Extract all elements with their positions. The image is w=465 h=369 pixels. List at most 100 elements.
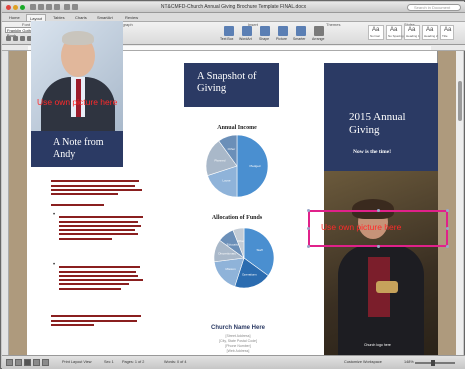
snapshot-title-text: A Snapshot of Giving	[197, 71, 257, 94]
customize-workspace-button[interactable]: Customize Workspace	[342, 359, 384, 366]
church-logo-placeholder[interactable]: Church logo here	[364, 343, 391, 347]
status-bar: Print Layout View Sec 1 Pages: 1 of 2 Wo…	[2, 355, 465, 369]
style-sample: Aa	[408, 27, 416, 33]
text-box-icon[interactable]	[224, 26, 234, 36]
tab-charts[interactable]: Charts	[72, 14, 90, 21]
note-paragraph-2[interactable]	[51, 202, 147, 209]
church-address-line: [Phone Number]	[225, 344, 251, 348]
note-bullet-2[interactable]	[59, 264, 147, 292]
note-title[interactable]: A Note from Andy	[53, 137, 125, 161]
outline-view-icon[interactable]	[15, 359, 22, 366]
annual-income-chart[interactable]: Pledged Loose Planned Other	[205, 134, 269, 198]
note-bullet-1[interactable]	[59, 214, 147, 242]
arrange-icon[interactable]	[314, 26, 324, 36]
underline-icon[interactable]	[20, 36, 25, 41]
page-count-status: Pages: 1 of 2	[122, 360, 145, 364]
style-name: Heading 2	[424, 34, 438, 38]
style-sample: Aa	[426, 27, 434, 33]
tab-smartart[interactable]: SmartArt	[94, 14, 116, 21]
bold-icon[interactable]	[6, 36, 11, 41]
notebook-view-icon[interactable]	[33, 359, 40, 366]
zoom-slider[interactable]	[415, 362, 455, 364]
wordart-icon[interactable]	[242, 26, 252, 36]
cover-title[interactable]: 2015 Annual Giving	[349, 111, 429, 137]
print-layout-icon[interactable]	[24, 359, 31, 366]
publishing-view-icon[interactable]	[42, 359, 49, 366]
draft-view-icon[interactable]	[6, 359, 13, 366]
search-input[interactable]: Search in Document	[407, 4, 461, 11]
wordart-label: WordArt	[239, 37, 252, 41]
tab-tables[interactable]: Tables	[50, 14, 68, 21]
church-address-line: [City, State Postal Code]	[219, 339, 257, 343]
pie-slice-label: Operations	[242, 273, 257, 277]
annual-income-chart-title: Annual Income	[217, 125, 257, 131]
style-no-spacing[interactable]: Aa No Spacing	[386, 25, 404, 40]
smartart-icon[interactable]	[296, 26, 306, 36]
arrange-label: Arrange	[312, 37, 325, 41]
right-margin-area	[438, 51, 456, 355]
pastor-photo[interactable]	[31, 21, 123, 131]
pie-slice-label: Mission	[226, 267, 237, 271]
group-themes-label: Themes	[326, 22, 341, 27]
church-address-line: [Street Address]	[225, 334, 251, 338]
resize-handle[interactable]	[307, 227, 310, 230]
tab-layout[interactable]: Layout	[26, 14, 47, 21]
style-heading-1[interactable]: Aa Heading 1	[404, 25, 420, 40]
allocation-chart-title: Allocation of Funds	[211, 215, 263, 221]
resize-handle[interactable]	[377, 209, 380, 212]
picture-icon[interactable]	[278, 26, 288, 36]
pie-slice-label: Planned	[214, 158, 225, 162]
style-title[interactable]: Aa Title	[440, 25, 454, 40]
tab-home[interactable]: Home	[6, 14, 23, 21]
cover-photo[interactable]	[324, 171, 438, 357]
pie-slice-label: Discretionary	[218, 252, 236, 256]
resize-handle[interactable]	[446, 209, 449, 212]
scroll-thumb[interactable]	[458, 81, 462, 121]
style-sample: Aa	[390, 27, 398, 33]
bullet-marker: •	[53, 212, 56, 218]
note-paragraph-1[interactable]	[51, 178, 147, 197]
cover-subtitle[interactable]: Now is the time!	[353, 149, 391, 155]
snapshot-title[interactable]: A Snapshot of Giving	[197, 71, 269, 95]
pie-slice-label: Loose	[222, 179, 231, 183]
style-name: Normal	[370, 34, 380, 38]
zoom-level: 148%	[404, 360, 414, 364]
hair-shape	[62, 31, 94, 45]
photo-placeholder-label: Use own picture here	[37, 97, 118, 107]
tab-review[interactable]: Review	[122, 14, 141, 21]
style-name: No Spacing	[388, 34, 404, 38]
resize-handle[interactable]	[446, 245, 449, 248]
style-sample: Aa	[372, 27, 380, 33]
view-mode-status: Print Layout View	[62, 360, 92, 364]
note-paragraph-3[interactable]	[51, 313, 147, 328]
style-sample: Aa	[444, 27, 452, 33]
vertical-ruler[interactable]	[2, 51, 9, 355]
section-status: Sec 1	[104, 360, 114, 364]
vertical-scrollbar[interactable]	[455, 51, 463, 355]
cover-title-text: 2015 Annual Giving	[349, 111, 406, 136]
resize-handle[interactable]	[377, 245, 380, 248]
resize-handle[interactable]	[446, 227, 449, 230]
resize-handle[interactable]	[307, 245, 310, 248]
picture-label: Picture	[276, 37, 287, 41]
cup-shape	[376, 281, 398, 293]
pie-slice-label: Other	[237, 239, 245, 243]
style-heading-2[interactable]: Aa Heading 2	[422, 25, 438, 40]
smartart-label: Smarter	[293, 37, 306, 41]
church-name[interactable]: Church Name Here	[199, 325, 277, 331]
cover-photo-placeholder-label[interactable]: Use own picture here	[321, 222, 401, 232]
word-window: NT&CMFD-Church Annual Giving Brochure Te…	[0, 0, 465, 369]
style-name: Title	[442, 34, 448, 38]
zoom-slider-thumb[interactable]	[431, 360, 435, 366]
style-normal[interactable]: Aa Normal	[368, 25, 384, 40]
window-title: NT&CMFD-Church Annual Giving Brochure Te…	[160, 4, 307, 10]
shape-label: Shape	[259, 37, 270, 41]
allocation-of-funds-chart[interactable]: StaffOperationsMissionDiscretionaryEduca…	[213, 227, 275, 289]
shape-icon[interactable]	[260, 26, 270, 36]
resize-handle[interactable]	[307, 209, 310, 212]
style-name: Heading 1	[406, 34, 420, 38]
left-margin-area	[9, 51, 27, 355]
church-address-line: [Web Address]	[226, 349, 250, 353]
pie-slice-label: Pledged	[249, 164, 260, 168]
italic-icon[interactable]	[13, 36, 18, 41]
